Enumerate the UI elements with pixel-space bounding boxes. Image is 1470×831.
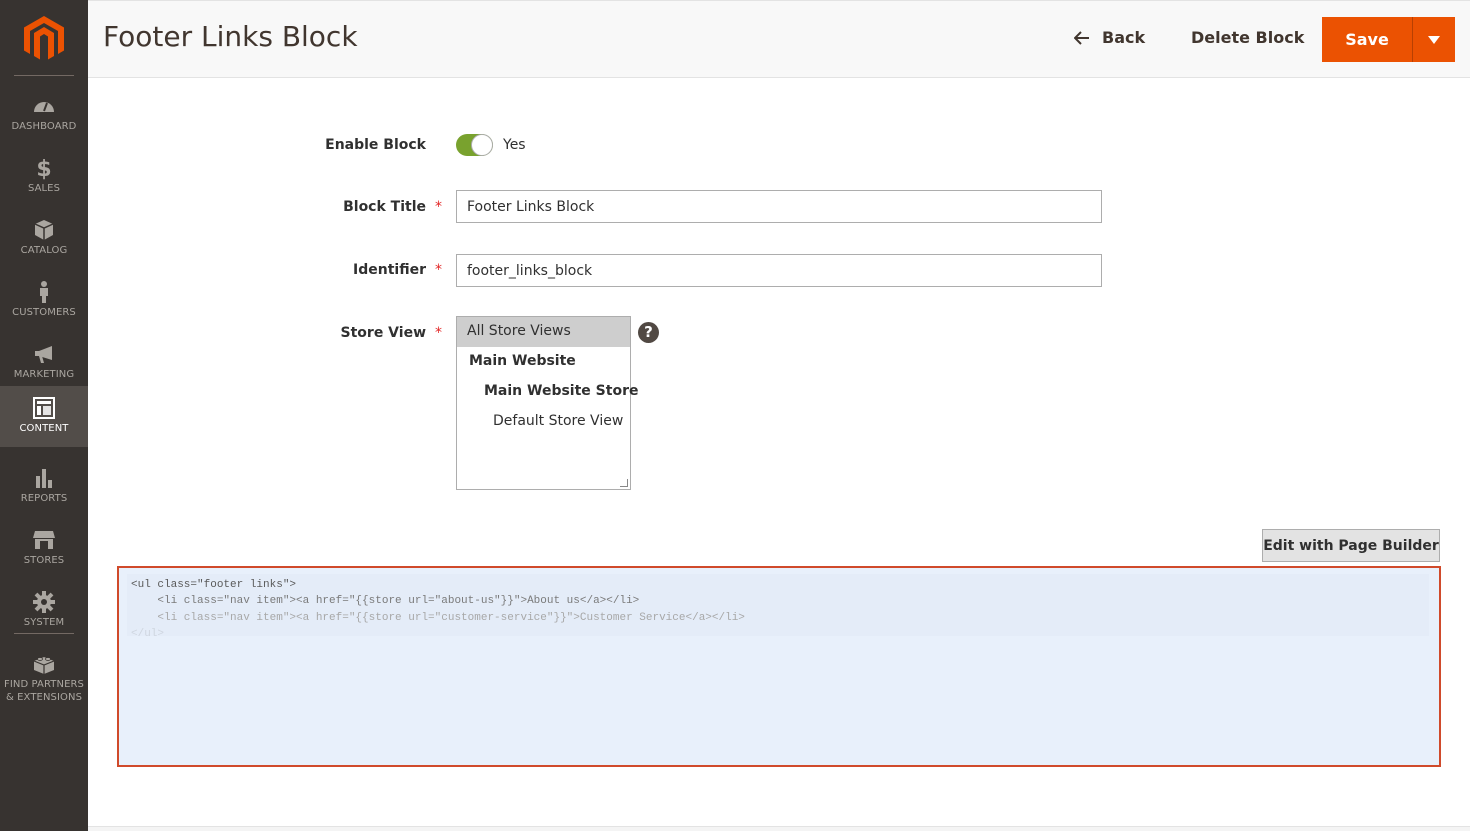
sidebar-item-catalog[interactable]: CATALOG	[0, 210, 88, 272]
required-asterisk: *	[435, 199, 442, 215]
sidebar-item-reports[interactable]: REPORTS	[0, 458, 88, 520]
sidebar-label: CATALOG	[20, 245, 68, 256]
resize-handle-icon[interactable]	[620, 479, 628, 487]
back-label: Back	[1102, 28, 1146, 47]
save-options-toggle[interactable]	[1413, 17, 1455, 62]
save-button[interactable]: Save	[1322, 17, 1413, 62]
toggle-knob	[471, 134, 493, 156]
edit-with-page-builder-button[interactable]: Edit with Page Builder	[1262, 529, 1440, 562]
sidebar-item-customers[interactable]: CUSTOMERS	[0, 272, 88, 334]
store-view-option[interactable]: All Store Views	[457, 317, 630, 347]
arrow-left-icon	[1074, 30, 1089, 45]
sidebar-label: CONTENT	[19, 423, 69, 434]
sidebar-item-system[interactable]: SYSTEM	[0, 582, 88, 644]
help-icon[interactable]: ?	[638, 322, 659, 343]
dashboard-icon	[34, 102, 54, 112]
gear-icon	[33, 591, 55, 613]
code-line: </ul>	[131, 627, 165, 640]
sidebar-label: SALES	[27, 183, 61, 194]
sidebar-label: FIND PARTNERS	[3, 679, 85, 690]
page-title: Footer Links Block	[103, 20, 358, 53]
sidebar-item-dashboard[interactable]: DASHBOARD	[0, 86, 88, 148]
sidebar-item-sales[interactable]: $ SALES	[0, 148, 88, 210]
box-icon	[34, 220, 54, 240]
page-header: Footer Links Block Back Delete Block Sav…	[88, 0, 1470, 78]
sidebar-divider	[14, 75, 74, 76]
layout-icon	[33, 397, 55, 419]
brick-icon	[33, 657, 55, 674]
store-view-option[interactable]: Main Website	[457, 347, 630, 377]
sidebar-label: SYSTEM	[23, 617, 65, 628]
magento-logo-icon[interactable]	[24, 16, 64, 62]
person-icon	[40, 281, 48, 303]
delete-block-button[interactable]: Delete Block	[1191, 28, 1304, 47]
sidebar-item-find-partners[interactable]: FIND PARTNERS & EXTENSIONS	[0, 644, 88, 704]
sidebar-label: STORES	[23, 555, 65, 566]
identifier-label: Identifier	[353, 262, 426, 278]
enable-block-value: Yes	[503, 137, 526, 153]
enable-block-toggle[interactable]	[456, 134, 493, 156]
content-editor[interactable]: <ul class="footer links"> <li class="nav…	[117, 566, 1441, 767]
sidebar-divider	[14, 633, 74, 634]
code-line: <li class="nav item"><a href="{{store ur…	[131, 611, 745, 624]
store-view-multiselect[interactable]: All Store Views Main Website Main Websit…	[456, 316, 638, 490]
megaphone-icon	[35, 346, 52, 363]
block-title-input[interactable]	[456, 190, 1102, 223]
svg-text:$: $	[36, 157, 51, 180]
identifier-input[interactable]	[456, 254, 1102, 287]
sidebar-label-line2: & EXTENSIONS	[5, 692, 83, 703]
code-line: <li class="nav item"><a href="{{store ur…	[131, 595, 640, 608]
block-title-label: Block Title	[343, 199, 426, 215]
sidebar-label: CUSTOMERS	[12, 307, 76, 318]
page-footer-divider	[88, 826, 1470, 831]
sidebar-label: MARKETING	[13, 369, 75, 380]
sidebar-label: DASHBOARD	[11, 121, 77, 132]
code-preview: <ul class="footer links"> <li class="nav…	[127, 574, 1429, 640]
store-view-label: Store View	[340, 325, 426, 341]
admin-sidebar: DASHBOARD $ SALES CATALOG CUSTOMERS MARK…	[0, 0, 88, 831]
sidebar-item-content[interactable]: CONTENT	[0, 386, 88, 447]
sidebar-item-stores[interactable]: STORES	[0, 520, 88, 582]
sidebar-label: REPORTS	[20, 493, 68, 504]
back-button[interactable]: Back	[1074, 28, 1145, 47]
storefront-icon	[33, 531, 55, 549]
enable-block-label: Enable Block	[325, 137, 426, 153]
code-line: <ul class="footer links">	[131, 579, 297, 591]
dollar-icon: $	[36, 157, 51, 180]
required-asterisk: *	[435, 325, 442, 341]
store-view-option[interactable]: Default Store View	[457, 407, 630, 437]
required-asterisk: *	[435, 262, 442, 278]
store-view-option[interactable]: Main Website Store	[457, 377, 638, 407]
bar-chart-icon	[36, 469, 52, 488]
chevron-down-icon	[1428, 35, 1440, 44]
